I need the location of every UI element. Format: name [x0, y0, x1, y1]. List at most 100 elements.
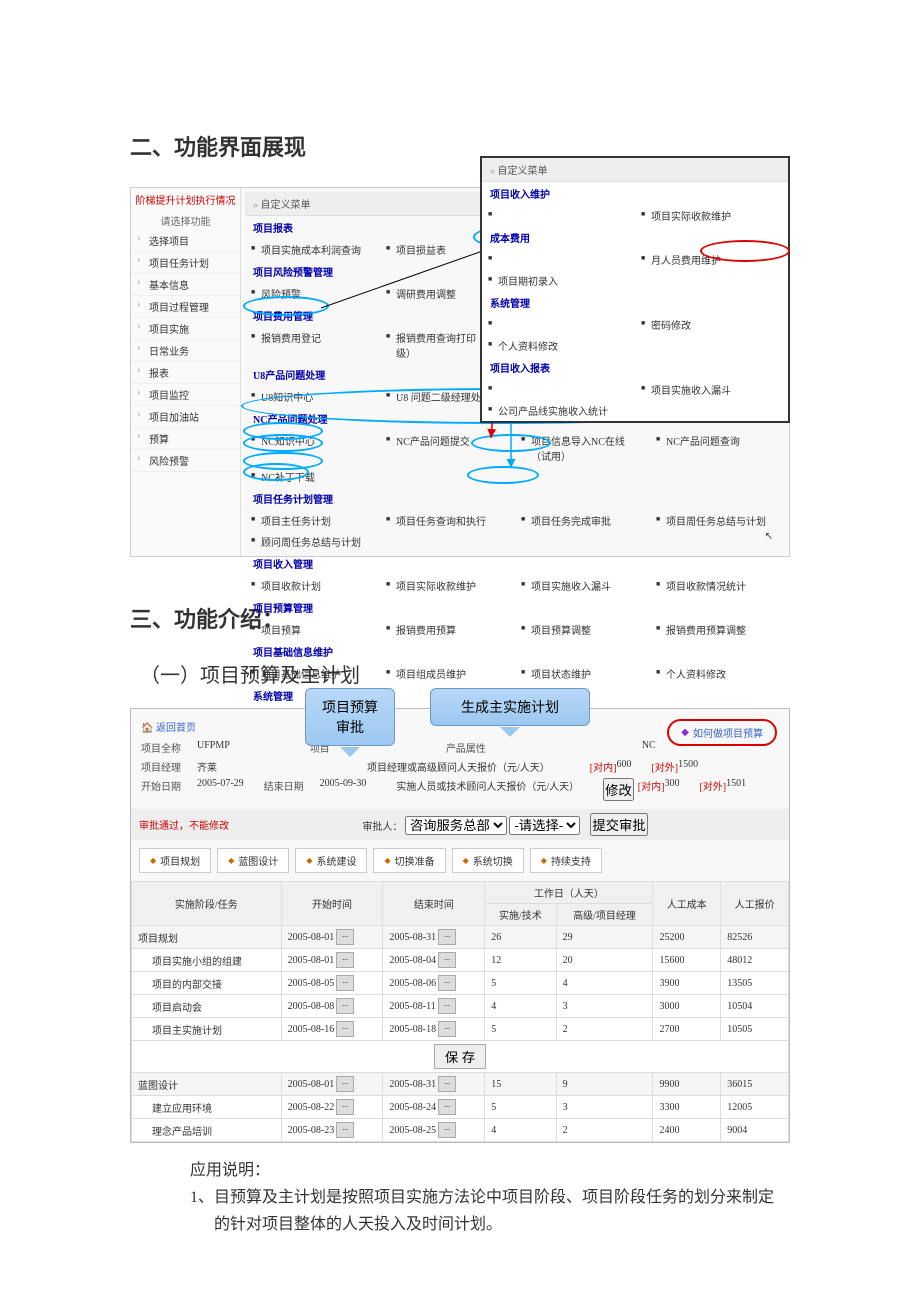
sidebar-item[interactable]: 基本信息 [131, 274, 240, 296]
save-button[interactable]: 保 存 [434, 1044, 486, 1069]
menu-item[interactable]: 项目信息导入NC在线（试用） [515, 430, 650, 466]
sidebar-item[interactable]: 项目实施 [131, 318, 240, 340]
menu-item[interactable]: U8知识中心 [245, 386, 380, 407]
col-header: 人工报价 [721, 882, 789, 926]
date-value: 2005-08-16 [288, 1024, 335, 1035]
float-menu-item[interactable]: 项目实际收款维护 [635, 205, 788, 226]
menu-item[interactable]: 项目基础信息维护 [245, 663, 380, 684]
menu-item[interactable]: 报销费用预算调整 [650, 619, 785, 640]
home-link[interactable]: 🏠 返回首页 [141, 715, 196, 738]
menu-item[interactable]: 顾问周任务总结与计划 [245, 531, 380, 552]
explain-item-num: 1、 [190, 1184, 214, 1238]
menu-item[interactable]: 项目周任务总结与计划 [650, 510, 785, 531]
value: 1500 [678, 759, 698, 774]
sidebar-item[interactable]: 项目过程管理 [131, 296, 240, 318]
menu-item[interactable]: 项目预算 [245, 619, 380, 640]
date-picker-button[interactable]: ... [336, 1021, 354, 1037]
date-picker-button[interactable]: ... [438, 975, 456, 991]
menu-item[interactable]: NC知识中心 [245, 430, 380, 466]
table-cell: 理念产品培训 [132, 1119, 282, 1142]
menu-item[interactable]: 项目状态维护 [515, 663, 650, 684]
date-picker-button[interactable]: ... [438, 952, 456, 968]
audit-person-select[interactable]: -请选择- [509, 816, 580, 835]
menu-item[interactable]: NC产品问题提交 [380, 430, 515, 466]
menu-item[interactable]: 报销费用预算 [380, 619, 515, 640]
table-cell: 3 [556, 995, 653, 1018]
phase-tab[interactable]: ◆系统建设 [295, 848, 367, 873]
date-picker-button[interactable]: ... [336, 1076, 354, 1092]
date-picker-button[interactable]: ... [336, 998, 354, 1014]
float-menu-item[interactable] [482, 314, 635, 335]
sidebar-item[interactable]: 项目加油站 [131, 406, 240, 428]
menu-item[interactable]: NC补丁下载 [245, 466, 380, 487]
date-picker-button[interactable]: ... [438, 1122, 456, 1138]
menu-item[interactable]: 项目任务查询和执行 [380, 510, 515, 531]
date-value: 2005-08-18 [389, 1024, 436, 1035]
sidebar-item[interactable]: 项目监控 [131, 384, 240, 406]
sidebar-item[interactable]: 风险预警 [131, 450, 240, 472]
table-cell: 48012 [721, 949, 789, 972]
table-cell: 25200 [653, 926, 721, 949]
phase-tab-label: 项目规划 [160, 853, 200, 868]
value: 齐莱 [197, 759, 217, 774]
float-menu-item[interactable]: 密码修改 [635, 314, 788, 335]
date-value: 2005-08-04 [389, 955, 436, 966]
menu-item[interactable]: 报销费用登记 [245, 327, 380, 363]
menu-item[interactable]: 项目实施收入漏斗 [515, 575, 650, 596]
phase-tab[interactable]: ◆蓝图设计 [217, 848, 289, 873]
menu-item[interactable]: 个人资料修改 [650, 663, 785, 684]
date-picker-button[interactable]: ... [438, 998, 456, 1014]
date-picker-button[interactable]: ... [336, 952, 354, 968]
phase-tab[interactable]: ◆项目规划 [139, 848, 211, 873]
table-cell: 3 [556, 1096, 653, 1119]
table-cell: 5 [485, 1096, 556, 1119]
table-cell: 4 [485, 995, 556, 1018]
menu-item[interactable]: 风险预警 [245, 283, 380, 304]
sidebar-item[interactable]: 选择项目 [131, 230, 240, 252]
group-title: 项目基础信息维护 [245, 640, 785, 663]
float-menu-item[interactable]: 公司产品线实施收入统计 [482, 400, 635, 421]
sidebar-item[interactable]: 日常业务 [131, 340, 240, 362]
date-picker-button[interactable]: ... [438, 1021, 456, 1037]
menu-item[interactable]: 项目主任务计划 [245, 510, 380, 531]
sidebar-item[interactable]: 项目任务计划 [131, 252, 240, 274]
sidebar-header: 阶梯提升计划执行情况 [131, 188, 240, 211]
sidebar-item[interactable]: 报表 [131, 362, 240, 384]
menu-item[interactable]: 项目组成员维护 [380, 663, 515, 684]
audit-dept-select[interactable]: 咨询服务总部 [405, 816, 507, 835]
date-picker-button[interactable]: ... [438, 1099, 456, 1115]
sidebar-item[interactable]: 预算 [131, 428, 240, 450]
float-menu-item[interactable] [482, 205, 635, 226]
float-menu-item[interactable]: 项目期初录入 [482, 270, 635, 291]
menu-item[interactable]: 项目收款计划 [245, 575, 380, 596]
date-value: 2005-08-25 [389, 1125, 436, 1136]
menu-item[interactable]: 项目实施成本利润查询 [245, 239, 380, 260]
date-picker-button[interactable]: ... [336, 1099, 354, 1115]
float-menu-item[interactable]: 月人员费用维护 [635, 249, 788, 270]
menu-item[interactable]: 项目任务完成审批 [515, 510, 650, 531]
menu-item[interactable]: NC产品问题查询 [650, 430, 785, 466]
float-menu-item[interactable]: 项目实施收入漏斗 [635, 379, 788, 400]
phase-tab-label: 蓝图设计 [238, 853, 278, 868]
date-picker-button[interactable]: ... [336, 929, 354, 945]
date-value: 2005-08-06 [389, 978, 436, 989]
menu-item[interactable]: 项目收款情况统计 [650, 575, 785, 596]
date-picker-button[interactable]: ... [336, 1122, 354, 1138]
phase-tab[interactable]: ◆持续支持 [530, 848, 602, 873]
date-value: 2005-08-01 [288, 932, 335, 943]
float-menu-item[interactable] [482, 379, 635, 400]
float-menu-item[interactable]: 个人资料修改 [482, 335, 635, 356]
float-menu-item[interactable] [482, 249, 635, 270]
help-link[interactable]: ◆ 如何做项目预算 [667, 719, 777, 746]
modify-button[interactable]: 修改 [603, 778, 634, 801]
menu-item[interactable]: 项目预算调整 [515, 619, 650, 640]
date-picker-button[interactable]: ... [438, 929, 456, 945]
menu-item[interactable]: 项目实际收款维护 [380, 575, 515, 596]
submit-audit-button[interactable]: 提交审批 [590, 813, 647, 836]
table-cell: 项目主实施计划 [132, 1018, 282, 1041]
phase-tab[interactable]: ◆切换准备 [373, 848, 445, 873]
table-cell: 3900 [653, 972, 721, 995]
date-picker-button[interactable]: ... [336, 975, 354, 991]
phase-tab[interactable]: ◆系统切换 [452, 848, 524, 873]
date-picker-button[interactable]: ... [438, 1076, 456, 1092]
